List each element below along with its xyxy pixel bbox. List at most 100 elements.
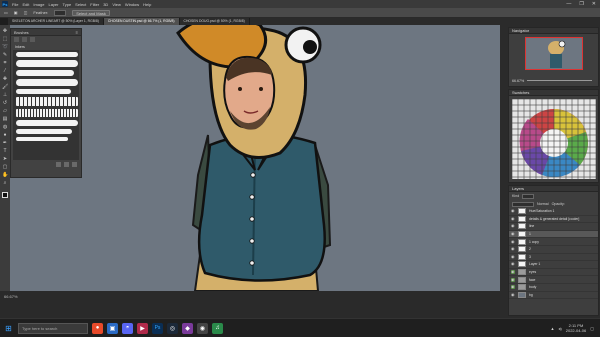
- lasso-icon[interactable]: ➰: [2, 44, 8, 50]
- tab-skeleton-archer[interactable]: SKELETON ARCHER LINEART @ 50% (Layer 1, …: [8, 18, 104, 25]
- twitch-icon[interactable]: ◆: [182, 322, 193, 334]
- visibility-eye-icon[interactable]: ◉: [511, 277, 515, 282]
- brush-stroke-preview[interactable]: [16, 60, 78, 67]
- feather-input[interactable]: [54, 9, 67, 16]
- brush-stroke-preview[interactable]: [16, 70, 74, 76]
- taskbar-search-input[interactable]: Type here to search: [18, 322, 88, 334]
- layer-group-row[interactable]: ◉ face: [509, 276, 598, 284]
- status-zoom[interactable]: 66.67%: [4, 294, 18, 299]
- move-icon[interactable]: ✥: [2, 28, 8, 34]
- panel-menu-icon[interactable]: ≡: [76, 30, 78, 35]
- menu-help[interactable]: Help: [143, 2, 151, 7]
- menu-type[interactable]: Type: [63, 2, 72, 7]
- brush-stroke-preview[interactable]: [16, 52, 78, 57]
- navigator-zoom[interactable]: 66.67%: [512, 79, 524, 83]
- visibility-eye-icon[interactable]: ◉: [511, 285, 515, 290]
- menu-file[interactable]: File: [12, 2, 18, 7]
- brush-icon[interactable]: 🖌: [2, 84, 8, 90]
- visibility-eye-icon[interactable]: ◉: [511, 292, 515, 297]
- shape-icon[interactable]: ▢: [2, 164, 8, 170]
- network-icon[interactable]: ▲: [550, 326, 554, 331]
- layer-row-selected[interactable]: ◉ 1: [509, 230, 598, 239]
- media-app-icon[interactable]: ▶: [137, 322, 148, 334]
- visibility-eye-icon[interactable]: ◉: [511, 232, 515, 236]
- path-select-icon[interactable]: ➤: [2, 156, 8, 162]
- visibility-eye-icon[interactable]: ◉: [511, 270, 515, 275]
- notifications-icon[interactable]: ▢: [590, 326, 594, 331]
- layer-row[interactable]: ◉ Layer 1: [509, 261, 598, 269]
- canvas-area[interactable]: [10, 25, 500, 291]
- visibility-eye-icon[interactable]: ◉: [511, 254, 515, 259]
- stamp-icon[interactable]: ⊥: [2, 92, 8, 98]
- brush-stroke-preview[interactable]: [16, 79, 78, 86]
- history-brush-icon[interactable]: ↺: [2, 100, 8, 106]
- layer-row[interactable]: ◉ bg: [509, 291, 598, 300]
- blur-icon[interactable]: ◍: [2, 124, 8, 130]
- color-wheel-swatches[interactable]: [512, 99, 596, 179]
- visibility-eye-icon[interactable]: ◉: [511, 239, 515, 244]
- menu-edit[interactable]: Edit: [22, 2, 29, 7]
- foreground-color-swatch[interactable]: [2, 192, 8, 198]
- brush-stroke-preview[interactable]: [16, 109, 78, 117]
- steam-icon[interactable]: ◎: [167, 322, 178, 334]
- brush-list[interactable]: [13, 50, 79, 160]
- layer-group-row[interactable]: ◉ body: [509, 284, 598, 292]
- eyedropper-icon[interactable]: ⁄: [2, 68, 8, 74]
- blend-mode-select[interactable]: [512, 201, 534, 207]
- menu-window[interactable]: Window: [125, 2, 139, 7]
- brush-preview-icon[interactable]: [14, 37, 19, 42]
- discord-icon[interactable]: ◓: [122, 322, 133, 334]
- menu-image[interactable]: Image: [33, 2, 44, 7]
- new-group-icon[interactable]: [56, 162, 61, 167]
- marquee-tool-icon[interactable]: ▭: [4, 10, 8, 15]
- hand-icon[interactable]: ✋: [2, 172, 8, 178]
- layer-group-row[interactable]: ◉ eyes: [509, 269, 598, 277]
- brush-settings-icon[interactable]: [22, 37, 27, 42]
- navigator-thumbnail[interactable]: [525, 37, 583, 70]
- tab-chosen-dustin[interactable]: CHOSEN DUSTIN.psd @ 66.7% (1, RGB/8): [103, 18, 180, 25]
- spotify-icon[interactable]: ♫: [212, 322, 223, 334]
- dodge-icon[interactable]: ●: [2, 132, 8, 138]
- visibility-eye-icon[interactable]: ◉: [511, 247, 515, 251]
- menu-select[interactable]: Select: [75, 2, 86, 7]
- layer-row[interactable]: ◉ 2: [509, 246, 598, 254]
- visibility-eye-icon[interactable]: ◉: [511, 224, 515, 228]
- gradient-icon[interactable]: ▤: [2, 116, 8, 122]
- type-icon[interactable]: T: [2, 148, 8, 154]
- layer-row[interactable]: ◉ 1 copy: [509, 238, 598, 246]
- volume-icon[interactable]: ◂): [558, 326, 561, 331]
- visibility-eye-icon[interactable]: ◉: [511, 216, 515, 221]
- brush-stroke-preview[interactable]: [16, 120, 78, 126]
- new-brush-icon[interactable]: [64, 162, 69, 167]
- menu-layer[interactable]: Layer: [48, 2, 58, 7]
- photoshop-taskbar-icon[interactable]: Ps: [152, 322, 163, 334]
- windows-start-icon[interactable]: ⊞: [3, 323, 14, 334]
- crop-icon[interactable]: ⌗: [2, 60, 8, 66]
- visibility-eye-icon[interactable]: ◉: [511, 209, 515, 213]
- minimize-button[interactable]: —: [566, 1, 571, 7]
- delete-brush-icon[interactable]: [72, 162, 77, 167]
- select-and-mask-button[interactable]: Select and Mask: [72, 9, 110, 16]
- obs-icon[interactable]: ◉: [197, 322, 208, 334]
- maximize-button[interactable]: ❐: [579, 1, 583, 7]
- add-selection-icon[interactable]: ◫: [24, 10, 28, 15]
- marquee-icon[interactable]: ⬚: [2, 36, 8, 42]
- file-explorer-icon[interactable]: ▣: [107, 322, 118, 334]
- taskbar-clock[interactable]: 2:11 PM 2022-04-06: [566, 323, 586, 333]
- menu-filter[interactable]: Filter: [90, 2, 99, 7]
- brush-stroke-preview[interactable]: [16, 137, 68, 141]
- navigator-zoom-slider[interactable]: [527, 80, 592, 81]
- pen-icon[interactable]: ✒: [2, 140, 8, 146]
- zoom-icon[interactable]: ⌕: [2, 180, 8, 186]
- layer-row[interactable]: ◉ 3: [509, 253, 598, 262]
- photoshop-logo[interactable]: Ps: [2, 1, 8, 7]
- brush-stroke-preview[interactable]: [16, 129, 72, 134]
- eraser-icon[interactable]: ▱: [2, 108, 8, 114]
- menu-3d[interactable]: 3D: [103, 2, 108, 7]
- layer-row[interactable]: ◉ line: [509, 223, 598, 231]
- layer-row[interactable]: ◉ details & generated detail [cooler]: [509, 215, 598, 224]
- chrome-icon[interactable]: ●: [92, 322, 103, 334]
- layer-kind-select[interactable]: [522, 193, 535, 199]
- brush-search-icon[interactable]: [30, 37, 35, 42]
- new-selection-icon[interactable]: ▣: [14, 10, 18, 15]
